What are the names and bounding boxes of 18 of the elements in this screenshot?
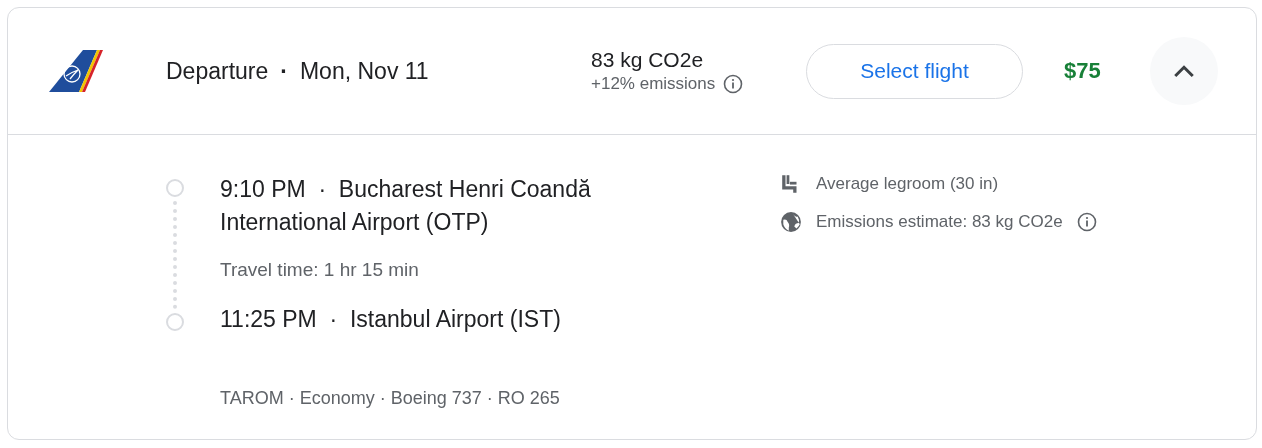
- departure-stop: 9:10 PM · Bucharest Henri Coandă International Airport (OTP): [220, 175, 592, 237]
- departure-date: Mon, Nov 11: [299, 57, 429, 85]
- travel-time: Travel time: 1 hr 15 min: [220, 259, 420, 281]
- select-flight-button[interactable]: Select flight: [806, 43, 1023, 99]
- departure-label: Departure: [166, 57, 269, 85]
- separator-dot: ·: [280, 57, 288, 85]
- amenity-text: Emissions estimate: 83 kg CO2e: [816, 212, 1063, 232]
- amenity-text: Average legroom (30 in): [816, 174, 999, 194]
- flight-details: TAROM · Economy · Boeing 737 · RO 265: [220, 388, 561, 409]
- timeline-dot: [166, 179, 184, 197]
- timeline-dot: [166, 313, 184, 331]
- globe-icon: [780, 211, 802, 233]
- emissions-amount: 83 kg CO2e: [591, 48, 705, 72]
- emissions-change: +12% emissions: [591, 74, 716, 94]
- price: $75: [1064, 58, 1102, 84]
- arrival-stop: 11:25 PM · Istanbul Airport (IST): [220, 305, 562, 334]
- info-icon[interactable]: [723, 74, 744, 94]
- info-icon[interactable]: [1076, 212, 1097, 232]
